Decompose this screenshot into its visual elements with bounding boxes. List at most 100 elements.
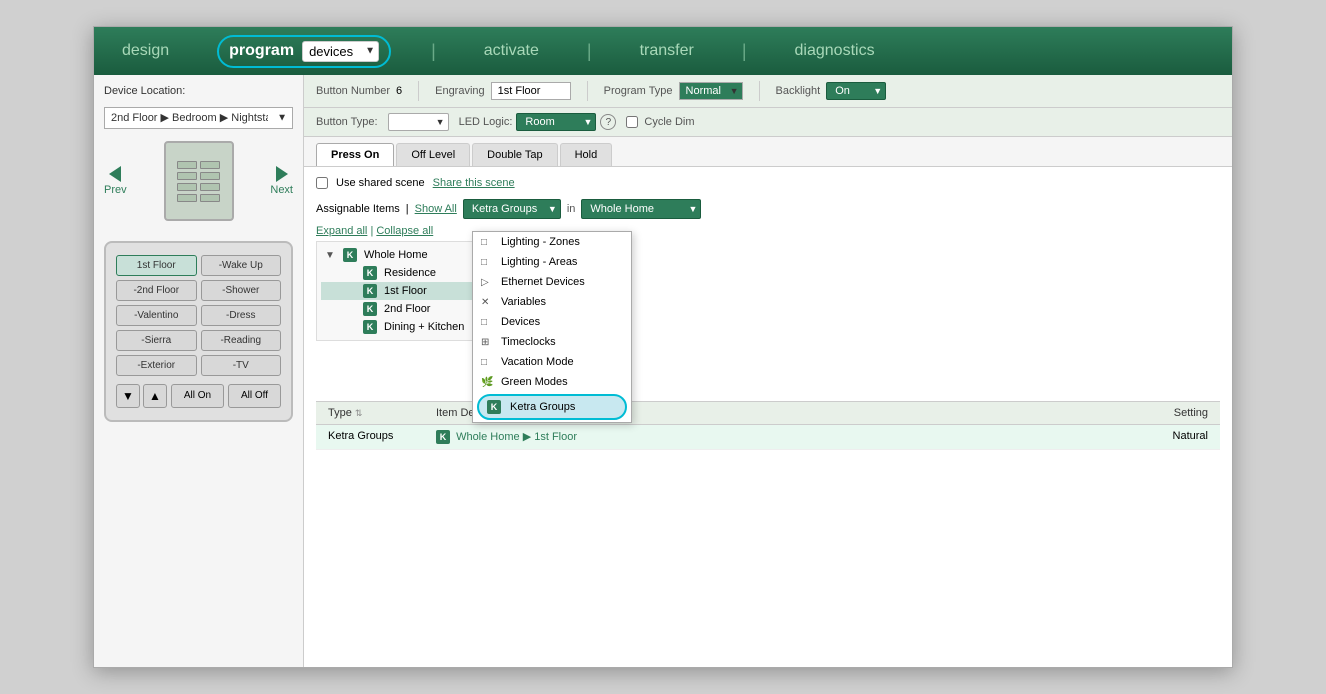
nav-program-area: program devices (217, 35, 391, 68)
vacation-mode-icon: □ (481, 357, 495, 368)
category-dropdown: □ Lighting - Zones □ Lighting - Areas ▷ … (472, 231, 632, 423)
location-select[interactable]: 2nd Floor ▶ Bedroom ▶ Nightstand (104, 107, 293, 129)
kp-all-on[interactable]: All On (171, 384, 224, 408)
left-panel: Device Location: 2nd Floor ▶ Bedroom ▶ N… (94, 75, 304, 667)
devices-label: Devices (501, 316, 540, 328)
button-type-select[interactable]: Toggle (388, 113, 449, 131)
engraving-group: Engraving (435, 82, 571, 100)
table-k-icon: K (436, 430, 450, 444)
location-select-wrap: 2nd Floor ▶ Bedroom ▶ Nightstand (104, 107, 293, 129)
button-number-group: Button Number 6 (316, 85, 402, 97)
led-logic-help-icon[interactable]: ? (600, 114, 616, 130)
lighting-areas-label: Lighting - Areas (501, 256, 577, 268)
nav-diagnostics[interactable]: diagnostics (787, 38, 883, 64)
dropdown-item-devices[interactable]: □ Devices (473, 312, 631, 332)
vacation-mode-label: Vacation Mode (501, 356, 574, 368)
cycle-dim-checkbox[interactable] (626, 116, 638, 128)
nav-activate[interactable]: activate (476, 38, 547, 64)
program-type-select-wrap: Normal (679, 82, 743, 100)
device-btn-1 (177, 161, 197, 169)
dropdown-item-ketra-groups[interactable]: K Ketra Groups (477, 394, 627, 420)
kp-dim-up[interactable]: ▲ (143, 384, 167, 408)
dropdown-item-ethernet-devices[interactable]: ▷ Ethernet Devices (473, 272, 631, 292)
toolbar-row-1: Button Number 6 Engraving Program Type N… (304, 75, 1232, 108)
tab-hold[interactable]: Hold (560, 143, 613, 166)
backlight-group: Backlight On (776, 82, 887, 100)
kp-dim-down[interactable]: ▼ (116, 384, 140, 408)
table-cell-type: Ketra Groups (328, 430, 428, 444)
next-button[interactable]: Next (270, 166, 293, 196)
device-btn-row-4 (177, 194, 220, 202)
assignable-category-select[interactable]: Ketra Groups (463, 199, 561, 219)
expand-collapse-row: Expand all | Collapse all (316, 225, 1220, 237)
led-logic-select[interactable]: Room (516, 113, 596, 131)
nav-devices-select[interactable]: devices (302, 41, 379, 62)
nav-buttons-row: Prev (104, 141, 293, 221)
led-logic-select-wrap: Room (516, 113, 596, 131)
dropdown-item-green-modes[interactable]: 🌿 Green Modes (473, 372, 631, 392)
keypad-buttons-grid: 1st Floor -Wake Up -2nd Floor -Shower -V… (116, 255, 281, 376)
nav-transfer[interactable]: transfer (632, 38, 702, 64)
kp-all-off[interactable]: All Off (228, 384, 281, 408)
table-cell-description: K Whole Home ▶ 1st Floor (436, 430, 1120, 444)
dropdown-item-lighting-zones[interactable]: □ Lighting - Zones (473, 232, 631, 252)
type-sort-icon[interactable]: ⇅ (355, 408, 363, 418)
show-all-button[interactable]: Show All (415, 203, 457, 215)
program-type-select[interactable]: Normal (679, 82, 743, 100)
toolbar-row-2: Button Type: Toggle LED Logic: Room ? (304, 108, 1232, 137)
lighting-zones-icon: □ (481, 237, 495, 248)
tree-ketra-icon-2nd-floor: K (363, 302, 377, 316)
kp-btn-shower[interactable]: -Shower (201, 280, 282, 301)
green-modes-label: Green Modes (501, 376, 568, 388)
table-cell-setting: Natural (1128, 430, 1208, 444)
kp-btn-2nd-floor[interactable]: -2nd Floor (116, 280, 197, 301)
led-logic-label: LED Logic: (459, 116, 513, 128)
kp-btn-1st-floor[interactable]: 1st Floor (116, 255, 197, 276)
prev-label: Prev (104, 184, 127, 196)
kp-btn-dress[interactable]: -Dress (201, 305, 282, 326)
table-header: Type ⇅ Item Description ⇅ Setting (316, 402, 1220, 425)
kp-btn-sierra[interactable]: -Sierra (116, 330, 197, 351)
backlight-select[interactable]: On (826, 82, 886, 100)
dropdown-item-variables[interactable]: ✕ Variables (473, 292, 631, 312)
dropdown-item-vacation-mode[interactable]: □ Vacation Mode (473, 352, 631, 372)
prev-button[interactable]: Prev (104, 166, 127, 196)
kp-btn-valentino[interactable]: -Valentino (116, 305, 197, 326)
content-area: Device Location: 2nd Floor ▶ Bedroom ▶ N… (94, 75, 1232, 667)
dropdown-item-lighting-areas[interactable]: □ Lighting - Areas (473, 252, 631, 272)
in-label: in (567, 203, 576, 215)
tab-double-tap[interactable]: Double Tap (472, 143, 557, 166)
in-location-select[interactable]: Whole Home (581, 199, 701, 219)
expand-all-button[interactable]: Expand all (316, 225, 367, 237)
engraving-input[interactable] (491, 82, 571, 100)
device-btn-2 (200, 161, 220, 169)
toolbar-sep-3 (759, 81, 760, 101)
shared-scene-row: Use shared scene Share this scene (316, 177, 1220, 189)
kp-btn-exterior[interactable]: -Exterior (116, 355, 197, 376)
shared-scene-checkbox[interactable] (316, 177, 328, 189)
kp-btn-tv[interactable]: -TV (201, 355, 282, 376)
kp-btn-wake-up[interactable]: -Wake Up (201, 255, 282, 276)
led-logic-group: LED Logic: Room ? (459, 113, 617, 131)
device-btn-3 (177, 172, 197, 180)
share-scene-link[interactable]: Share this scene (433, 177, 515, 189)
nav-design[interactable]: design (114, 38, 177, 64)
next-label: Next (270, 184, 293, 196)
tree-expand-whole-home: ▼ (325, 250, 339, 261)
tab-off-level[interactable]: Off Level (396, 143, 470, 166)
device-btn-4 (200, 172, 220, 180)
timeclocks-label: Timeclocks (501, 336, 556, 348)
program-type-group: Program Type Normal (604, 82, 743, 100)
toolbar-sep-2 (587, 81, 588, 101)
engraving-label: Engraving (435, 85, 485, 97)
nav-separator-1: | (431, 41, 436, 62)
tab-press-on[interactable]: Press On (316, 143, 394, 166)
shared-scene-label: Use shared scene (336, 177, 425, 189)
collapse-all-button[interactable]: Collapse all (376, 225, 433, 237)
ethernet-devices-label: Ethernet Devices (501, 276, 585, 288)
dropdown-item-timeclocks[interactable]: ⊞ Timeclocks (473, 332, 631, 352)
assignable-items-label: Assignable Items (316, 203, 400, 215)
device-btn-6 (200, 183, 220, 191)
kp-btn-reading[interactable]: -Reading (201, 330, 282, 351)
table-description-link[interactable]: Whole Home ▶ 1st Floor (456, 431, 577, 443)
